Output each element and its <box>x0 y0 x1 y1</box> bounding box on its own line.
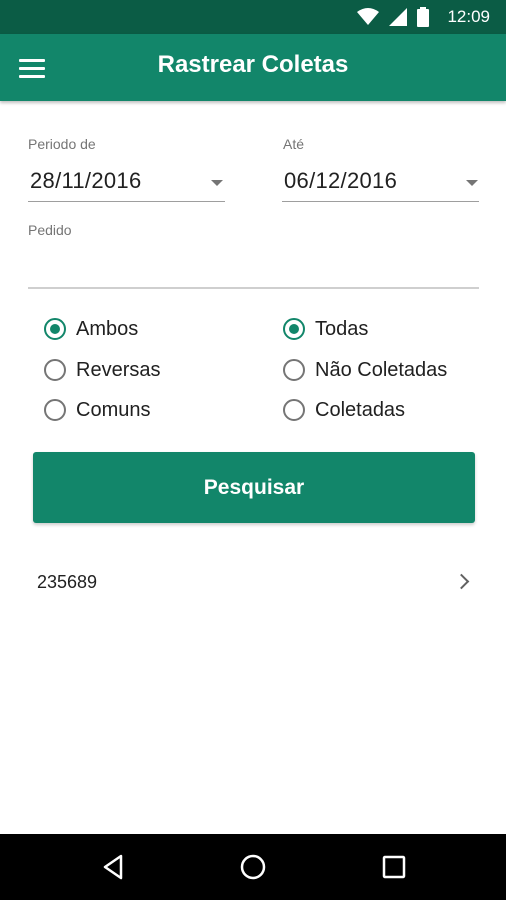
status-time: 12:09 <box>447 7 490 26</box>
ate-underline <box>282 201 479 202</box>
page-title: Rastrear Coletas <box>157 51 349 78</box>
signal-icon <box>389 8 408 26</box>
back-icon[interactable] <box>99 852 129 882</box>
ate-value: 06/12/2016 <box>284 168 398 193</box>
radio-label: Todas <box>315 317 369 340</box>
radio-reversas[interactable]: Reversas <box>44 355 160 385</box>
pedido-label: Pedido <box>28 222 72 238</box>
radio-unchecked-icon <box>44 399 66 421</box>
radio-comuns[interactable]: Comuns <box>44 395 150 425</box>
radio-label: Não Coletadas <box>315 358 448 381</box>
radio-ambos[interactable]: Ambos <box>44 314 138 344</box>
radio-label: Reversas <box>76 358 161 381</box>
radio-label: Ambos <box>76 317 139 340</box>
radio-nao-coletadas[interactable]: Não Coletadas <box>283 355 447 385</box>
periodo-underline <box>28 201 225 202</box>
navigation-bar <box>0 834 506 900</box>
radio-unchecked-icon <box>44 359 66 381</box>
result-id: 235689 <box>37 572 98 592</box>
status-bar: 12:09 <box>0 0 506 34</box>
status-icons: 12:09 <box>357 0 490 34</box>
app-bar: Rastrear Coletas <box>0 34 506 101</box>
radio-checked-icon <box>283 318 305 340</box>
radio-unchecked-icon <box>283 359 305 381</box>
radio-todas[interactable]: Todas <box>283 314 368 344</box>
list-item[interactable]: 235689 <box>0 560 506 606</box>
radio-checked-icon <box>44 318 66 340</box>
radio-coletadas[interactable]: Coletadas <box>283 395 405 425</box>
pedido-underline <box>28 287 479 289</box>
periodo-value: 28/11/2016 <box>30 168 142 193</box>
radio-label: Coletadas <box>315 398 406 421</box>
ate-label: Até <box>283 136 305 152</box>
wifi-icon <box>357 8 380 25</box>
search-button[interactable]: Pesquisar <box>33 452 475 523</box>
chevron-down-icon <box>466 180 478 186</box>
radio-unchecked-icon <box>283 399 305 421</box>
recents-icon[interactable] <box>379 852 409 882</box>
pedido-input[interactable] <box>28 244 479 286</box>
chevron-down-icon <box>211 180 223 186</box>
periodo-label: Periodo de <box>28 136 96 152</box>
home-icon[interactable] <box>238 852 268 882</box>
chevron-right-icon <box>453 573 470 590</box>
radio-label: Comuns <box>76 398 151 421</box>
battery-icon <box>417 7 430 27</box>
